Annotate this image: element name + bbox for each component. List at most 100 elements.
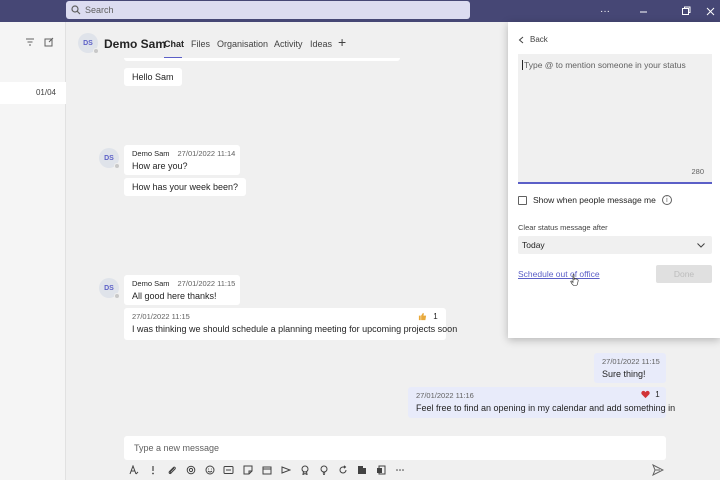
message-text: How has your week been? [132, 182, 239, 192]
chat-list-date: 01/04 [35, 88, 56, 97]
compose-toolbar [124, 462, 409, 478]
character-count: 280 [691, 167, 704, 176]
tab-chat[interactable]: Chat [164, 39, 184, 49]
sender-avatar[interactable]: DS [99, 148, 120, 169]
attach-icon[interactable] [162, 462, 181, 478]
chat-header: DS Demo Sam Chat Files Organisation Acti… [66, 22, 506, 62]
praise-icon[interactable] [295, 462, 314, 478]
loop-icon[interactable] [181, 462, 200, 478]
show-when-message-checkbox[interactable] [518, 195, 527, 205]
reaction[interactable]: 1 [641, 390, 660, 399]
sender-name: Demo Sam [132, 149, 170, 158]
minimize-icon [639, 11, 647, 12]
restore-icon [682, 6, 691, 15]
sender-avatar[interactable]: DS [99, 278, 120, 299]
message-bubble-self[interactable]: 27/01/2022 11:16 Feel free to find an op… [408, 387, 676, 418]
presence-indicator [114, 293, 120, 299]
heart-icon [641, 391, 650, 399]
sticker-icon[interactable] [238, 462, 257, 478]
clear-after-value: Today [522, 240, 545, 250]
back-label: Back [530, 35, 548, 44]
schedule-meeting-icon[interactable] [257, 462, 276, 478]
message-time: 27/01/2022 11:15 [177, 279, 236, 288]
excel-icon[interactable] [371, 462, 390, 478]
message-bubble-partial [124, 58, 400, 61]
update-icon[interactable] [333, 462, 352, 478]
format-icon[interactable] [124, 462, 143, 478]
more-options-button[interactable]: ··· [598, 4, 612, 18]
reaction-count: 1 [655, 390, 660, 399]
chat-list-item[interactable]: 01/04 [0, 82, 66, 104]
message-compose-box[interactable]: Type a new message [124, 436, 666, 460]
minimize-button[interactable] [636, 4, 650, 18]
stream-icon[interactable] [276, 462, 295, 478]
info-icon[interactable]: i [661, 195, 672, 205]
message-text: How are you? [132, 161, 188, 171]
more-apps-icon[interactable] [390, 462, 409, 478]
message-text: All good here thanks! [132, 291, 217, 301]
close-icon [706, 7, 714, 15]
filter-icon[interactable] [24, 36, 36, 48]
message-time: 27/01/2022 11:16 [416, 391, 474, 400]
send-icon [652, 463, 665, 477]
show-when-message-option: Show when people message me i [518, 195, 672, 205]
search-icon [70, 4, 82, 16]
add-tab-button[interactable]: + [338, 34, 346, 50]
reaction-count: 1 [433, 312, 438, 321]
thumbs-up-icon [418, 313, 427, 321]
message-bubble[interactable]: Demo Sam 27/01/2022 11:14 How are you? [124, 145, 240, 175]
search-box[interactable]: Search [66, 1, 470, 19]
chat-title: Demo Sam [104, 37, 167, 51]
sender-name: Demo Sam [132, 279, 170, 288]
message-text: Sure thing! [602, 369, 646, 379]
close-button[interactable] [703, 4, 717, 18]
message-bubble[interactable]: Hello Sam [124, 68, 182, 86]
status-placeholder: Type @ to mention someone in your status [522, 60, 686, 70]
avatar-initials: DS [104, 284, 114, 292]
avatar[interactable]: DS [78, 33, 99, 54]
message-time: 27/01/2022 11:15 [602, 357, 660, 366]
message-text: I was thinking we should schedule a plan… [132, 324, 458, 334]
checkbox-label: Show when people message me [533, 195, 656, 205]
new-chat-icon[interactable] [43, 36, 55, 48]
title-bar: Search ··· [0, 0, 720, 22]
message-time: 27/01/2022 11:14 [177, 149, 236, 158]
reaction[interactable]: 1 [418, 312, 438, 321]
chevron-left-icon [518, 36, 524, 43]
message-bubble-self[interactable]: 27/01/2022 11:15 Sure thing! [594, 353, 666, 383]
lightbulb-icon[interactable] [314, 462, 333, 478]
done-label: Done [673, 269, 695, 279]
message-bubble[interactable]: 27/01/2022 11:15 I was thinking we shoul… [124, 308, 458, 340]
info-glyph: i [666, 196, 668, 204]
tab-ideas[interactable]: Ideas [310, 39, 332, 49]
plus-icon: + [338, 34, 347, 50]
compose-placeholder: Type a new message [134, 443, 220, 453]
tab-activity[interactable]: Activity [274, 39, 303, 49]
message-text: Hello Sam [132, 72, 174, 82]
avatar-initials: DS [104, 154, 114, 162]
forms-icon[interactable] [352, 462, 371, 478]
clear-after-dropdown[interactable]: Today [518, 236, 712, 254]
avatar-initials: DS [83, 39, 93, 47]
done-button[interactable]: Done [656, 265, 712, 283]
message-text: Feel free to find an opening in my calen… [416, 403, 676, 413]
tab-organisation[interactable]: Organisation [217, 39, 268, 49]
clear-after-label: Clear status message after [518, 223, 608, 232]
message-bubble[interactable]: Demo Sam 27/01/2022 11:15 All good here t… [124, 275, 240, 305]
schedule-out-of-office-link[interactable]: Schedule out of office [518, 269, 600, 279]
restore-button[interactable] [679, 4, 693, 18]
message-bubble[interactable]: How has your week been? [124, 178, 247, 196]
search-placeholder: Search [85, 5, 114, 15]
priority-icon[interactable] [143, 462, 162, 478]
emoji-icon[interactable] [200, 462, 219, 478]
status-message-input[interactable]: Type @ to mention someone in your status… [518, 54, 712, 184]
tab-files[interactable]: Files [191, 39, 210, 49]
back-button[interactable]: Back [518, 35, 548, 44]
presence-indicator [114, 163, 120, 169]
ellipsis-icon: ··· [600, 5, 610, 17]
gif-icon[interactable] [219, 462, 238, 478]
message-time: 27/01/2022 11:15 [132, 312, 190, 321]
presence-indicator [93, 48, 99, 54]
send-button[interactable] [652, 463, 665, 477]
chevron-down-icon [697, 243, 705, 248]
